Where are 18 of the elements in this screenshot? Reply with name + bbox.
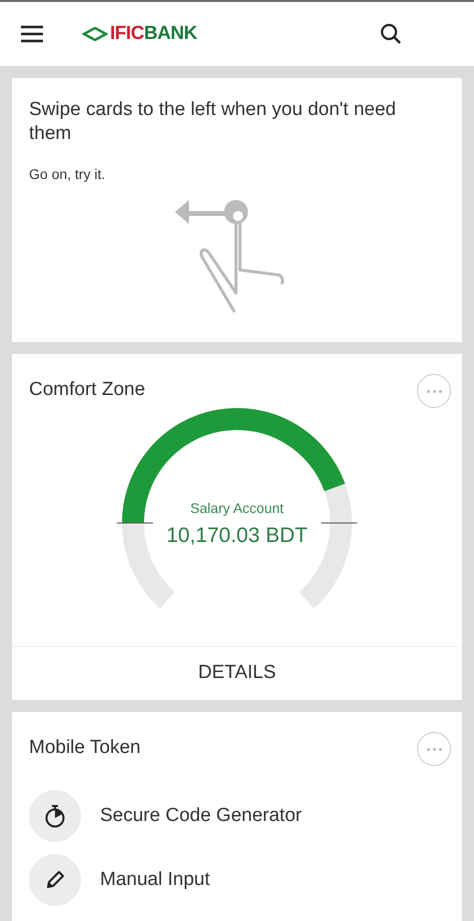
card-title: Comfort Zone [29,378,146,402]
menu-icon[interactable] [20,25,44,43]
card-title: Mobile Token [29,736,141,760]
pencil-icon [44,869,66,891]
hint-text: Go on, try it. [29,165,106,184]
search-icon[interactable] [380,23,402,45]
stopwatch-icon [44,804,66,828]
details-button[interactable]: DETAILS [198,659,276,688]
logo-text: BANK [144,22,197,46]
account-label: Salary Account [190,499,284,518]
token-option[interactable]: Manual Input [29,854,445,906]
option-label: Secure Code Generator [100,804,302,828]
card-title: Swipe cards to the left when you don't need them [29,98,397,146]
balance-amount: 10,170.03 BDT [166,523,308,549]
logo-text: IFIC [110,22,144,46]
option-label: Manual Input [100,868,210,892]
diamond-logo-icon [82,27,108,41]
token-option[interactable]: Secure Code Generator [29,790,445,842]
